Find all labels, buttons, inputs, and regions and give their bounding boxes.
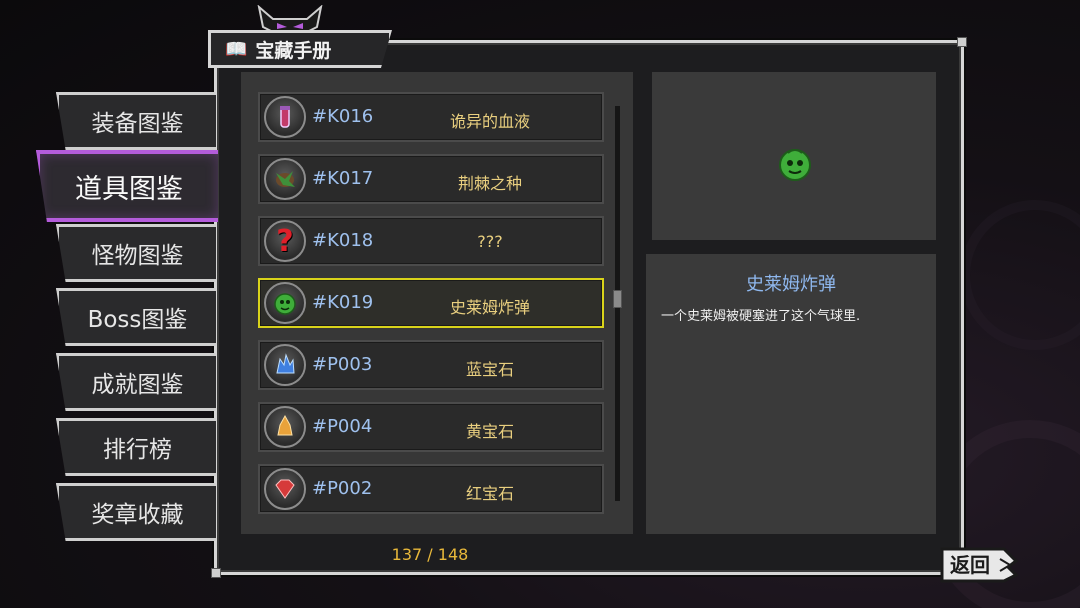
slime-bomb-icon xyxy=(264,282,306,324)
item-name: 黄宝石 xyxy=(465,422,514,441)
tab-items[interactable]: 道具图鉴 xyxy=(36,150,218,222)
detail-title: 史莱姆炸弹 xyxy=(746,274,836,295)
item-id: #K016 xyxy=(312,106,374,127)
list-item[interactable]: #K016 诡异的血液 xyxy=(258,92,604,142)
thorn-seed-icon xyxy=(264,158,306,200)
yellow-gem-icon xyxy=(264,406,306,448)
tab-label: 道具图鉴 xyxy=(75,173,183,205)
detail-description: 一个史莱姆被硬塞进了这个气球里. xyxy=(661,309,861,324)
question-mark-icon: ? xyxy=(264,220,306,262)
list-item[interactable]: #P002 红宝石 xyxy=(258,464,604,514)
item-name: 诡异的血液 xyxy=(449,112,530,131)
tab-boss[interactable]: Boss图鉴 xyxy=(56,288,216,346)
collection-counter: 137 / 148 xyxy=(391,545,469,564)
tab-label: 装备图鉴 xyxy=(91,111,184,137)
item-id: #K018 xyxy=(312,230,374,251)
tab-monsters[interactable]: 怪物图鉴 xyxy=(56,224,216,282)
item-preview-panel xyxy=(652,72,936,240)
item-id: #P002 xyxy=(312,478,373,499)
page-title: 宝藏手册 xyxy=(255,39,332,62)
list-item[interactable]: #P003 蓝宝石 xyxy=(258,340,604,390)
red-gem-icon xyxy=(264,468,306,510)
item-detail-panel xyxy=(646,254,936,534)
tab-label: 排行榜 xyxy=(103,437,172,463)
item-name: 史莱姆炸弹 xyxy=(449,298,530,317)
blood-vial-icon xyxy=(264,96,306,138)
item-id: #K019 xyxy=(312,292,374,313)
item-name: 蓝宝石 xyxy=(465,360,514,379)
item-id: #P004 xyxy=(312,416,373,437)
tab-label: 奖章收藏 xyxy=(91,502,184,528)
item-name: ??? xyxy=(477,232,503,251)
tab-equipment[interactable]: 装备图鉴 xyxy=(56,92,216,150)
frame-corner xyxy=(211,568,221,578)
item-id: #K017 xyxy=(312,168,374,189)
header-title-tab: 📖 宝藏手册 xyxy=(208,30,392,68)
list-item[interactable]: ? #K018 ??? xyxy=(258,216,604,266)
item-id: #P003 xyxy=(312,354,373,375)
list-item[interactable]: #K017 荆棘之种 xyxy=(258,154,604,204)
tab-label: Boss图鉴 xyxy=(87,307,188,333)
tab-medals[interactable]: 奖章收藏 xyxy=(56,483,216,541)
list-item[interactable]: #P004 黄宝石 xyxy=(258,402,604,452)
item-name: 红宝石 xyxy=(465,484,514,503)
blue-gem-icon xyxy=(264,344,306,386)
slime-bomb-icon xyxy=(779,149,811,181)
frame-corner xyxy=(957,37,967,47)
list-item-selected[interactable]: #K019 史莱姆炸弹 xyxy=(258,278,604,328)
back-button-label[interactable]: 返回 xyxy=(950,549,990,578)
item-name: 荆棘之种 xyxy=(457,174,522,193)
open-book-icon: 📖 xyxy=(225,38,248,60)
tab-leaderboard[interactable]: 排行榜 xyxy=(56,418,216,476)
list-scrollbar-thumb[interactable] xyxy=(613,290,622,308)
tab-achievements[interactable]: 成就图鉴 xyxy=(56,353,216,411)
tab-label: 成就图鉴 xyxy=(91,372,184,398)
background-swirl-2 xyxy=(960,200,1080,350)
tab-label: 怪物图鉴 xyxy=(91,243,184,269)
